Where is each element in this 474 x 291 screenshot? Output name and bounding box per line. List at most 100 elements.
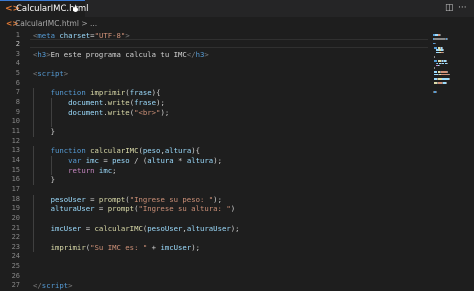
code-token: document [68, 107, 104, 117]
code-line[interactable]: function imprimir(frase){ [33, 88, 161, 98]
code-line[interactable]: <script> [33, 69, 68, 79]
line-number: 18 [11, 194, 20, 203]
code-line[interactable]: <meta charset="UTF-8"> [33, 31, 130, 41]
code-token: function [50, 88, 86, 98]
line-number: 13 [11, 146, 20, 155]
code-token: * [173, 155, 187, 165]
code-token: ); [213, 194, 222, 204]
line-number: 1 [15, 30, 20, 39]
code-token: frase [129, 88, 152, 98]
minimap-line [434, 67, 436, 69]
code-token: </ [186, 49, 196, 59]
code-token: pesoUser [50, 194, 86, 204]
minimap-line [443, 51, 445, 54]
minimap-line [448, 78, 450, 80]
code-token: peso [142, 146, 161, 156]
breadcrumb-file[interactable]: CalcularIMC.html [15, 19, 79, 28]
code-token: pesoUser [147, 223, 183, 233]
code-token: ){ [191, 146, 201, 156]
code-line[interactable]: var imc = peso / (altura * altura); [33, 156, 222, 166]
code-line[interactable]: alturaUser = prompt("Ingrese su altura: … [33, 204, 236, 214]
breadcrumb-symbol[interactable]: ... [90, 19, 97, 28]
code-token: En este programa calcula tu IMC [50, 49, 187, 59]
vertical-scrollbar[interactable] [462, 30, 474, 291]
code-token: + [147, 242, 161, 252]
code-token: ); [156, 98, 165, 108]
code-token: "Ingrese su altura: " [138, 204, 231, 214]
minimap-line [435, 42, 437, 45]
line-number: 26 [11, 271, 20, 280]
code-token: var [68, 155, 82, 165]
code-token: write [107, 107, 130, 117]
code-line[interactable]: } [33, 127, 55, 137]
code-token: alturaUser [50, 204, 95, 214]
code-line[interactable]: </script> [33, 281, 73, 291]
code-token: frase [134, 98, 157, 108]
code-token: script [37, 69, 64, 79]
line-number: 9 [15, 107, 20, 116]
split-editor-icon[interactable]: ◫ [445, 3, 454, 14]
line-number: 15 [11, 165, 20, 174]
indent-guide [50, 155, 52, 176]
code-token: altura [147, 155, 174, 165]
code-line[interactable]: function calcularIMC(peso,altura){ [33, 146, 200, 156]
code-line[interactable]: document.write("<br>"); [33, 108, 169, 118]
line-number: 3 [15, 49, 20, 58]
minimap-line [434, 56, 436, 58]
indent-guide [33, 146, 34, 185]
line-number: 24 [11, 252, 20, 261]
code-token: imc [98, 165, 113, 175]
breadcrumb-separator: > [81, 19, 88, 28]
code-editor[interactable]: 1 2 3 4 5 6 7 8 9 10 11 12 13 14 15 16 17 18 19 20 21 22 23 24 2… [0, 30, 474, 291]
code-line[interactable]: imcUser = calcularIMC(pesoUser,alturaUse… [33, 224, 240, 234]
code-token: = [94, 204, 108, 214]
code-token: ; [112, 165, 117, 175]
code-token: imcUser [160, 242, 192, 252]
code-token: > [204, 49, 209, 59]
code-token: / ( [129, 155, 148, 165]
code-token: altura [164, 146, 192, 156]
code-token: h3 [37, 49, 47, 59]
tab-calcularimc[interactable]: <> CalcularIMC.html [0, 0, 88, 17]
unsaved-dot-icon[interactable] [73, 7, 78, 12]
code-line[interactable]: return imc; [33, 165, 117, 176]
tab-bar: <> CalcularIMC.html ◫ ··· [0, 0, 474, 17]
code-token: calcularIMC [94, 223, 143, 233]
code-token: script [41, 281, 69, 291]
code-line[interactable]: } [33, 175, 55, 185]
line-number: 7 [15, 88, 20, 97]
code-token: prompt [107, 204, 135, 214]
minimap-line [445, 82, 447, 84]
code-token: prompt [98, 194, 126, 204]
line-number: 27 [11, 281, 20, 290]
code-token: meta [37, 30, 55, 40]
code-line[interactable]: <h3>En este programa calcula tu IMC</h3> [33, 50, 209, 60]
line-number: 14 [11, 155, 20, 164]
breadcrumb-path[interactable]: CalcularIMC.html > ... [15, 18, 97, 29]
code-token: "Su IMC es: " [90, 242, 148, 252]
more-actions-icon[interactable]: ··· [458, 3, 467, 14]
line-number: 8 [15, 98, 20, 107]
minimap-line [447, 62, 449, 65]
code-token: ); [191, 242, 201, 252]
code-line[interactable]: pesoUser = prompt("Ingrese su peso: "); [33, 195, 222, 205]
code-token: write [107, 98, 130, 108]
code-line[interactable]: document.write(frase); [33, 98, 165, 108]
minimap-line [446, 38, 448, 40]
minimap-line [439, 64, 441, 67]
code-token: function [50, 146, 86, 156]
line-number: 4 [15, 59, 20, 68]
code-token: imcUser [50, 223, 82, 233]
code-token: imprimir [90, 88, 126, 98]
code-token: ); [160, 107, 170, 117]
code-line[interactable]: imprimir("Su IMC es: " + imcUser); [33, 243, 200, 253]
code-token: = [98, 155, 113, 165]
code-token: = [85, 194, 99, 204]
code-token: calcularIMC [90, 146, 139, 156]
line-number: 10 [11, 117, 20, 126]
